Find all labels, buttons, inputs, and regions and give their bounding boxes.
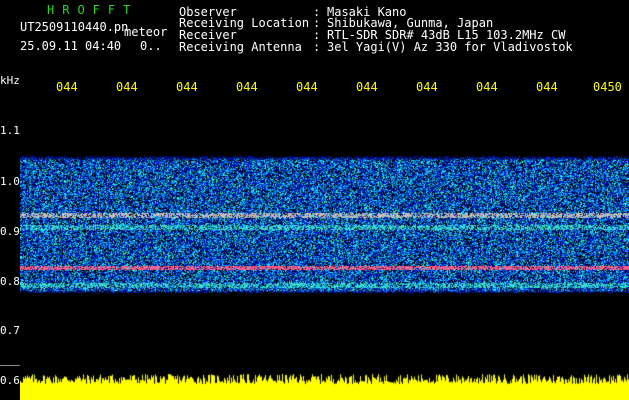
y-tick-0-7: 0.7 xyxy=(0,324,20,337)
meteor-label: meteor xyxy=(124,25,168,39)
count-label: 0.. xyxy=(140,39,162,53)
x-tick-3: 044 xyxy=(176,80,198,94)
x-tick-5: 044 xyxy=(296,80,318,94)
y-tick-1-1: 1.1 xyxy=(0,124,20,137)
info-antenna-label: Receiving Antenna xyxy=(179,40,302,54)
x-tick-4: 044 xyxy=(236,80,258,94)
x-tick-2: 044 xyxy=(116,80,138,94)
x-tick-6: 044 xyxy=(356,80,378,94)
y-unit-label: kHz xyxy=(0,74,20,87)
power-strip xyxy=(20,370,629,400)
baseline-rule xyxy=(0,365,20,366)
y-tick-0-8: 0.8 xyxy=(0,275,20,288)
x-tick-10: 0450 xyxy=(593,80,622,94)
spectrogram-plot xyxy=(20,96,629,380)
datetime-label: 25.09.11 04:40 xyxy=(20,39,122,53)
x-tick-9: 044 xyxy=(536,80,558,94)
brand-title: HROFFT xyxy=(47,3,139,17)
hrofft-screen: HROFFT UT2509110440.pn meteor 25.09.11 0… xyxy=(0,0,629,400)
y-tick-0-6: 0.6 xyxy=(0,374,20,387)
filename-label: UT2509110440.pn xyxy=(20,20,129,34)
y-tick-0-9: 0.9 xyxy=(0,225,20,238)
x-tick-8: 044 xyxy=(476,80,498,94)
power-level-canvas xyxy=(20,370,629,400)
info-antenna-value: 3el Yagi(V) Az 330 for Vladivostok xyxy=(327,40,573,54)
x-tick-7: 044 xyxy=(416,80,438,94)
y-tick-1-0: 1.0 xyxy=(0,175,20,188)
x-tick-1: 044 xyxy=(56,80,78,94)
info-antenna-sep: : xyxy=(313,40,321,54)
spectrogram-canvas xyxy=(20,96,629,380)
